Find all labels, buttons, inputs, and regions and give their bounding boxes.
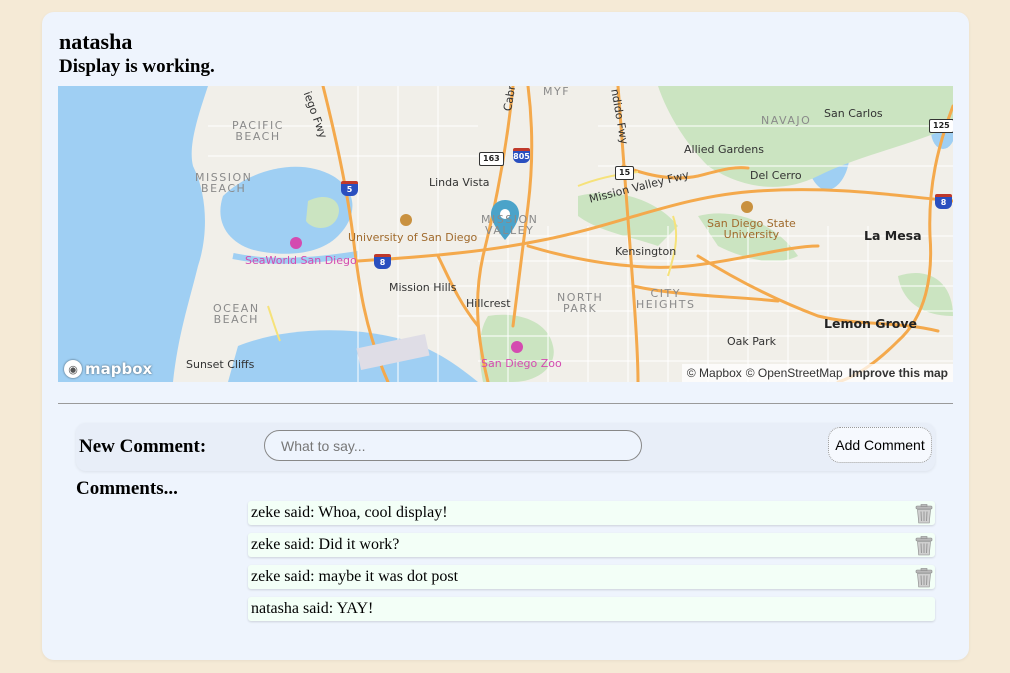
map-label-navajo: NAVAJO <box>761 114 812 127</box>
display-card: natasha Display is working. PACIFIC BEAC… <box>42 12 969 660</box>
map-attribution: © Mapbox © OpenStreetMap Improve this ma… <box>681 364 953 382</box>
map-label-san-diego-zoo: San Diego Zoo <box>481 357 562 370</box>
map-label-linda-vista: Linda Vista <box>429 176 490 189</box>
map-label-lemon-grove: Lemon Grove <box>824 316 917 331</box>
comment-text: zeke said: maybe it was dot post <box>251 568 459 585</box>
comment-item: natasha said: YAY! <box>248 597 935 621</box>
map-label-sunset-cliffs: Sunset Cliffs <box>186 358 255 371</box>
attribution-mapbox-link[interactable]: © Mapbox <box>687 366 742 380</box>
comments-heading: Comments... <box>76 478 178 499</box>
map-label-kensington: Kensington <box>615 245 677 258</box>
comment-text: zeke said: Did it work? <box>251 536 400 553</box>
attribution-osm-link[interactable]: © OpenStreetMap <box>746 366 843 380</box>
comment-text: zeke said: Whoa, cool display! <box>251 504 448 521</box>
map-label-del-cerro: Del Cerro <box>750 169 802 182</box>
map-label-san-carlos: San Carlos <box>824 107 883 120</box>
map-view[interactable]: PACIFIC BEACH MISSION BEACH OCEAN BEACH … <box>58 86 953 382</box>
new-comment-label: New Comment: <box>79 436 207 457</box>
comment-item: zeke said: maybe it was dot post <box>248 565 935 589</box>
trash-icon[interactable] <box>915 504 933 524</box>
route-8-shield-west: 8 <box>374 254 391 269</box>
map-label-city-heights: CITY HEIGHTS <box>636 287 696 311</box>
map-label-allied-gardens: Allied Gardens <box>684 143 764 156</box>
route-125-shield: 125 <box>929 119 953 133</box>
new-comment-form: New Comment: Add Comment <box>76 423 935 471</box>
mapbox-logo-icon: ◉ <box>64 360 82 378</box>
trash-icon[interactable] <box>915 568 933 588</box>
map-label-sdsu: San Diego State University <box>707 217 796 241</box>
trash-icon[interactable] <box>915 536 933 556</box>
page-subtitle: Display is working. <box>59 56 215 77</box>
comment-item: zeke said: Did it work? <box>248 533 935 557</box>
comment-text: natasha said: YAY! <box>251 600 374 617</box>
map-label-ocean-beach: OCEAN BEACH <box>213 302 260 326</box>
route-163-shield: 163 <box>479 152 504 166</box>
comment-list: zeke said: Whoa, cool display! zeke said… <box>248 501 935 629</box>
map-label-mission-beach: MISSION BEACH <box>195 171 253 195</box>
mapbox-logo[interactable]: ◉ mapbox <box>64 360 152 378</box>
map-label-seaworld: SeaWorld San Diego <box>245 254 357 267</box>
route-5-shield: 5 <box>341 181 358 196</box>
map-label-mission-valley: MISSION VALLEY <box>481 213 539 237</box>
map-label-mission-hills: Mission Hills <box>389 281 457 294</box>
route-15-shield: 15 <box>615 166 635 180</box>
map-label-oak-park: Oak Park <box>727 335 777 348</box>
route-805-shield: 805 <box>513 148 530 163</box>
map-label-hillcrest: Hillcrest <box>466 297 511 310</box>
section-divider <box>58 403 953 404</box>
add-comment-button[interactable]: Add Comment <box>828 427 932 463</box>
map-label-myf: MYF <box>543 86 571 98</box>
map-label-pacific-beach: PACIFIC BEACH <box>232 119 284 143</box>
map-label-north-park: NORTH PARK <box>557 291 604 315</box>
map-label-university-san-diego: University of San Diego <box>348 231 478 244</box>
route-8-shield-east: 8 <box>935 194 952 209</box>
improve-map-link[interactable]: Improve this map <box>849 366 948 380</box>
page-title: natasha <box>59 29 133 54</box>
map-label-la-mesa: La Mesa <box>864 228 922 243</box>
mapbox-logo-text: mapbox <box>85 360 153 378</box>
comment-input[interactable] <box>264 430 642 461</box>
comment-item: zeke said: Whoa, cool display! <box>248 501 935 525</box>
